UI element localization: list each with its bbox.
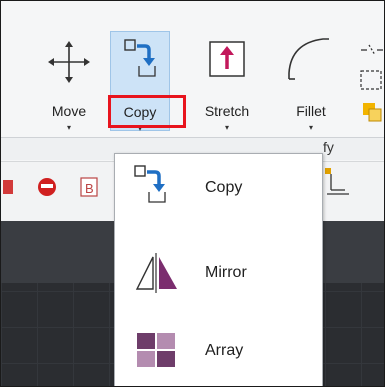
menu-item-copy-label: Copy	[205, 179, 243, 196]
move-tool-button[interactable]: Move ▾	[39, 31, 99, 132]
move-label: Move	[51, 103, 87, 119]
stretch-label: Stretch	[204, 103, 250, 119]
copy-dropdown-menu: Copy Mirror Array	[114, 153, 323, 386]
app-window: Move ▾ Copy ▾ Stretch ▾ Fillet ▾ fy B Co…	[0, 0, 385, 387]
stretch-icon	[209, 41, 245, 77]
copy-highlight-box	[108, 95, 186, 128]
svg-text:B: B	[85, 181, 94, 196]
move-icon	[48, 41, 90, 83]
dimension-icon[interactable]	[323, 168, 363, 202]
fillet-label: Fillet	[296, 103, 326, 119]
menu-item-mirror[interactable]: Mirror	[115, 239, 322, 309]
menu-item-array-label: Array	[205, 342, 244, 359]
array-icon	[137, 333, 175, 367]
stretch-dropdown-arrow: ▾	[224, 123, 229, 132]
menu-item-array[interactable]: Array	[115, 317, 322, 386]
fillet-icon	[288, 38, 329, 80]
modify-panel-title: fy	[323, 139, 334, 155]
fillet-tool-button[interactable]: Fillet ▾	[281, 31, 341, 132]
copy-icon	[134, 165, 166, 203]
copy-icon	[124, 39, 156, 77]
menu-item-mirror-label: Mirror	[205, 264, 247, 281]
layer-tools-icon[interactable]: B	[3, 172, 113, 202]
fillet-dropdown-arrow: ▾	[308, 123, 313, 132]
ribbon: Move ▾ Copy ▾ Stretch ▾ Fillet ▾	[1, 1, 384, 137]
partial-tools-icon[interactable]	[357, 41, 384, 131]
mirror-icon	[135, 253, 177, 293]
menu-item-copy[interactable]: Copy	[115, 154, 322, 224]
stretch-tool-button[interactable]: Stretch ▾	[197, 31, 257, 132]
move-dropdown-arrow: ▾	[66, 123, 71, 132]
